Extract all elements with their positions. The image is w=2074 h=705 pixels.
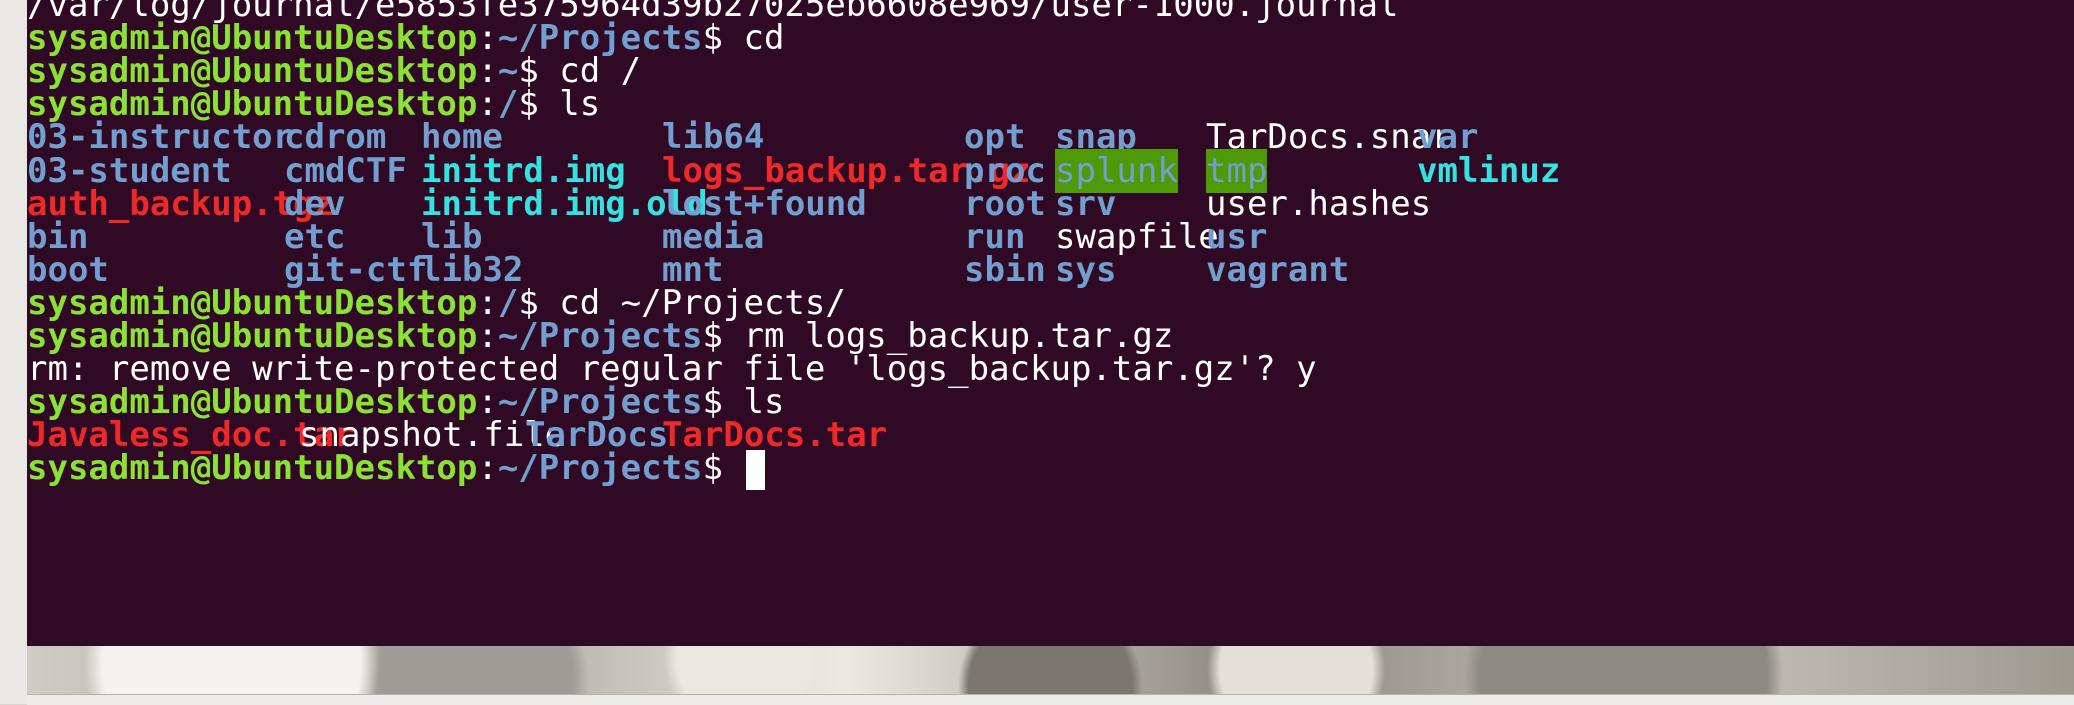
terminal-window[interactable]: /var/log/journal/e5853fe375964d39b27025e… xyxy=(27,0,2074,646)
text-cursor[interactable] xyxy=(745,449,765,490)
prompt-symbol: $ xyxy=(702,18,724,59)
prompt-user-host: sysadmin@UbuntuDesktop xyxy=(27,448,478,489)
listing-entry: vagrant xyxy=(1206,249,1350,290)
listing-entry: sbin xyxy=(964,249,1046,290)
window-bottom-border xyxy=(27,694,2074,705)
command-text: cd xyxy=(723,18,785,59)
terminal-line: sysadmin@UbuntuDesktop:~/Projects$ xyxy=(27,446,765,490)
listing-entry: vmlinuz xyxy=(1417,150,1561,191)
desktop-edge xyxy=(0,0,27,704)
prompt-symbol: $ xyxy=(518,84,539,125)
listing-entry: sys xyxy=(1055,249,1117,290)
prompt-symbol: $ xyxy=(702,448,724,489)
command-text: ls xyxy=(538,84,601,125)
prompt-separator: : xyxy=(477,448,498,489)
prompt-path: ~/Projects xyxy=(497,448,703,489)
command-text xyxy=(723,448,743,488)
